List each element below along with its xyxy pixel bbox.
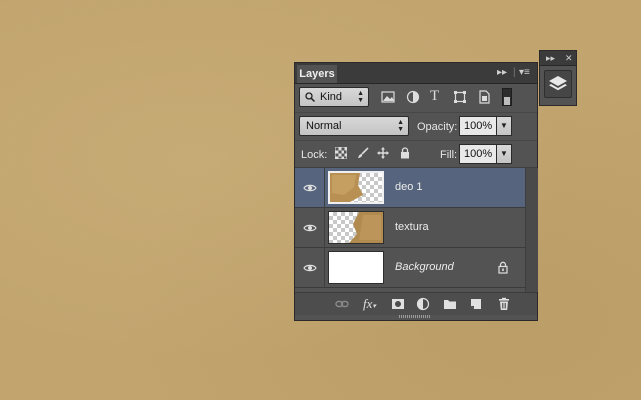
updown-arrows-icon: ▲ ▼ [397, 119, 404, 133]
visibility-eye-icon[interactable] [303, 181, 317, 195]
layers-dock-button[interactable] [544, 70, 572, 98]
expand-icon[interactable]: ▸▸ [546, 51, 555, 65]
opacity-label: Opacity: [417, 121, 458, 133]
dock-header: ▸▸ ✕ [540, 51, 576, 66]
adjustment-icon[interactable] [416, 297, 430, 311]
fx-icon[interactable]: fx▾ [363, 296, 381, 311]
layers-icon [549, 76, 567, 91]
lock-all-icon[interactable] [399, 147, 411, 159]
layer-name: textura [395, 221, 429, 233]
layers-scrollbar[interactable] [525, 168, 538, 292]
resize-grip[interactable] [399, 315, 431, 318]
lock-row: Lock: Fill: 100% ▼ [295, 140, 537, 168]
layer-thumbnail[interactable] [328, 211, 384, 244]
panel-footer: fx▾ [295, 292, 537, 315]
filter-row: Kind ▲ ▼ T [295, 85, 537, 111]
visibility-eye-icon[interactable] [303, 261, 317, 275]
opacity-input[interactable]: 100% [459, 116, 497, 136]
type-layer-filter-icon[interactable]: T [430, 88, 444, 104]
folder-icon[interactable] [443, 297, 457, 311]
blend-row: Normal ▲ ▼ Opacity: 100% ▼ [295, 112, 537, 139]
layer-row-background[interactable]: Background [295, 248, 525, 288]
layer-name: Background [395, 261, 454, 273]
lock-image-pixels-icon[interactable] [357, 147, 369, 159]
fill-label: Fill: [440, 149, 458, 161]
layer-row-textura[interactable]: textura [295, 208, 525, 248]
layer-thumbnail[interactable] [328, 171, 384, 204]
new-layer-icon[interactable] [469, 297, 483, 311]
pixel-layer-filter-icon[interactable] [381, 90, 395, 104]
trash-icon[interactable] [497, 297, 511, 311]
opacity-dropdown-button[interactable]: ▼ [496, 116, 512, 136]
visibility-eye-icon[interactable] [303, 221, 317, 235]
lock-label: Lock: [301, 149, 328, 161]
lock-position-icon[interactable] [377, 147, 389, 159]
layer-row-deo-1[interactable]: deo 1 [295, 168, 525, 208]
collapsed-panel-dock: ▸▸ ✕ [539, 50, 577, 106]
blend-mode-dropdown[interactable]: Normal ▲ ▼ [299, 116, 409, 136]
search-icon [305, 92, 315, 102]
blend-mode-value: Normal [306, 120, 342, 132]
link-icon[interactable] [335, 297, 349, 311]
filter-toggle-switch[interactable] [502, 88, 512, 106]
lock-icon [498, 261, 508, 274]
tab-layers[interactable]: Layers [297, 65, 337, 83]
updown-arrows-icon: ▲ ▼ [357, 90, 364, 104]
adjustment-layer-filter-icon[interactable] [406, 90, 420, 104]
collapse-icon[interactable]: ▸▸ [497, 67, 507, 79]
panel-header: Layers ▸▸ | ▾≡ [295, 63, 537, 84]
filter-kind-label: Kind [320, 91, 343, 103]
layer-name: deo 1 [395, 181, 423, 193]
smart-object-filter-icon[interactable] [477, 90, 491, 104]
layers-list: deo 1 textura Background [295, 168, 525, 292]
mask-icon[interactable] [391, 297, 405, 311]
panel-menu-icon[interactable]: ▾≡ [519, 67, 530, 79]
filter-kind-dropdown[interactable]: Kind ▲ ▼ [299, 87, 369, 107]
fill-dropdown-button[interactable]: ▼ [496, 144, 512, 164]
close-icon[interactable]: ✕ [565, 51, 573, 65]
layers-panel: Layers ▸▸ | ▾≡ Kind ▲ ▼ T Normal ▲ ▼ Opa… [294, 62, 538, 321]
layer-thumbnail[interactable] [328, 251, 384, 284]
lock-transparent-pixels-icon[interactable] [335, 147, 347, 159]
fill-input[interactable]: 100% [459, 144, 497, 164]
shape-layer-filter-icon[interactable] [453, 90, 467, 104]
